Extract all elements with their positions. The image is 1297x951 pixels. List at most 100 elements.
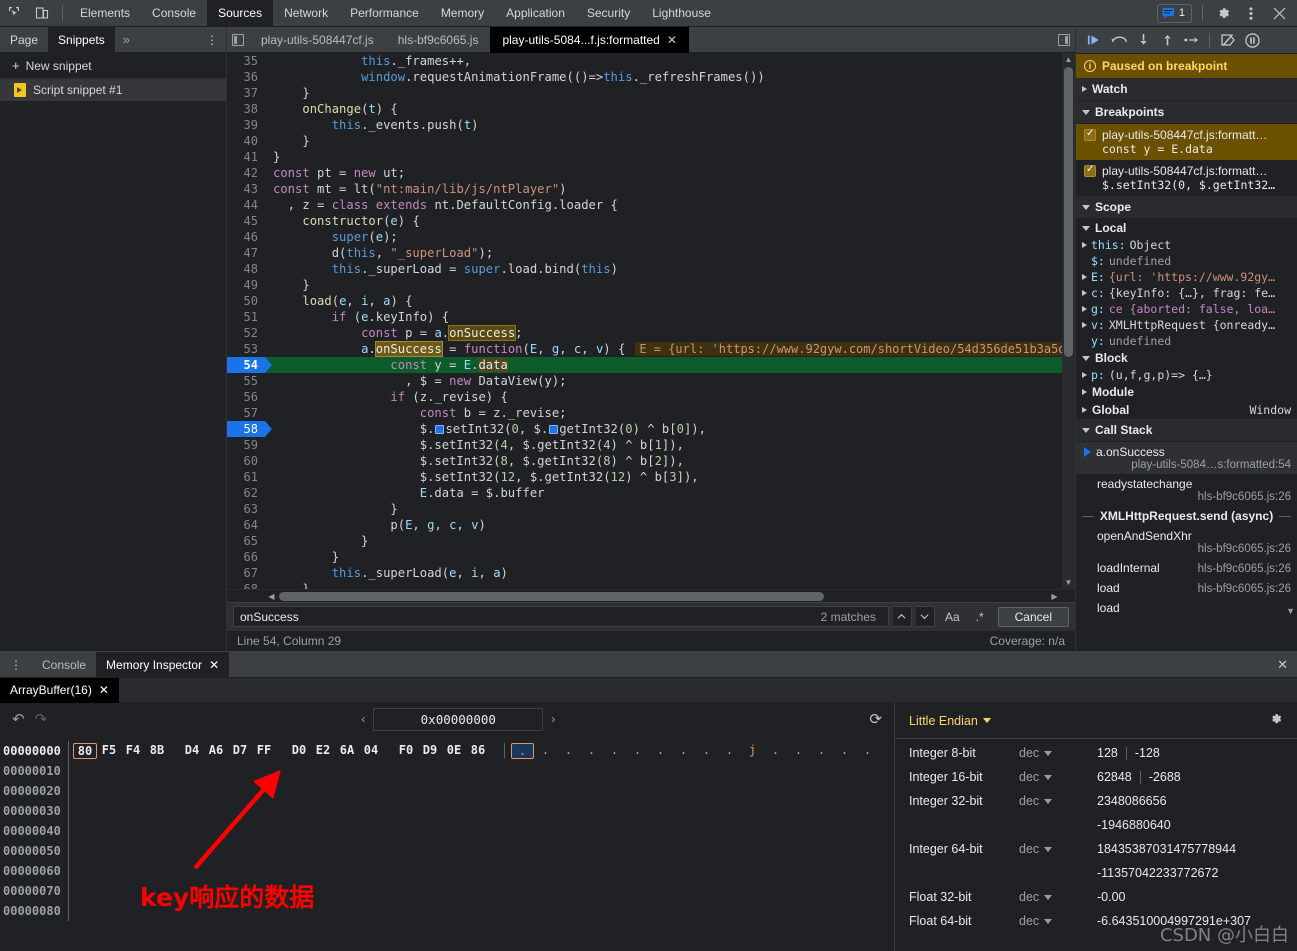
tab-application[interactable]: Application — [495, 0, 576, 27]
hex-row[interactable]: 00000040 — [0, 821, 894, 841]
code-line[interactable]: 42 const pt = new ut; — [227, 165, 1075, 181]
gear-icon[interactable] — [1209, 0, 1237, 26]
hex-byte[interactable]: 86 — [466, 743, 490, 759]
ascii-char[interactable]: . — [695, 743, 718, 759]
call-stack-frame[interactable]: a.onSuccess play-utils-5084…s:formatted:5… — [1076, 442, 1297, 474]
code-line[interactable]: 65 } — [227, 533, 1075, 549]
line-text[interactable]: $. setInt32(0, $. getInt32(0) ^ b[0]), — [265, 421, 1075, 437]
scope-variable[interactable]: this: Object — [1076, 237, 1297, 253]
line-number[interactable]: 47 — [227, 245, 265, 261]
hex-row[interactable]: 00000070 — [0, 881, 894, 901]
line-number[interactable]: 63 — [227, 501, 265, 517]
code-line[interactable]: 46 super(e); — [227, 229, 1075, 245]
step-out-of-current-function-icon[interactable] — [1156, 28, 1178, 52]
ascii-char[interactable]: . — [764, 743, 787, 759]
line-number[interactable]: 57 — [227, 405, 265, 421]
call-stack-scroll-down-icon[interactable]: ▼ — [1286, 606, 1295, 616]
address-input[interactable]: 0x00000000 — [373, 707, 544, 731]
code-line[interactable]: 59 $.setInt32(4, $.getInt32(4) ^ b[1]), — [227, 437, 1075, 453]
hex-row[interactable]: 00000060 — [0, 861, 894, 881]
line-text[interactable]: } — [265, 149, 1075, 165]
ascii-char[interactable]: . — [511, 743, 534, 759]
close-icon[interactable]: ✕ — [209, 658, 219, 672]
more-vertical-icon[interactable] — [1237, 0, 1265, 26]
show-debugger-icon[interactable] — [1053, 27, 1075, 53]
code-line[interactable]: 51 if (e.keyInfo) { — [227, 309, 1075, 325]
line-text[interactable]: this._events.push(t) — [265, 117, 1075, 133]
line-text[interactable]: const y = E.data — [265, 357, 1075, 373]
message-badge[interactable]: 1 — [1156, 3, 1192, 23]
tab-performance[interactable]: Performance — [339, 0, 430, 27]
nav-tab-page[interactable]: Page — [0, 27, 48, 53]
line-number[interactable]: 42 — [227, 165, 265, 181]
list-item[interactable]: Script snippet #1 — [0, 79, 226, 101]
hex-byte[interactable]: D4 — [180, 743, 204, 759]
hex-byte[interactable]: 80 — [73, 743, 97, 759]
line-text[interactable]: const pt = new ut; — [265, 165, 1075, 181]
line-text[interactable]: p(E, g, c, v) — [265, 517, 1075, 533]
line-number[interactable]: 59 — [227, 437, 265, 453]
hex-byte[interactable]: 0E — [442, 743, 466, 759]
scope-group-block[interactable]: Block — [1076, 349, 1297, 367]
line-number[interactable]: 46 — [227, 229, 265, 245]
nav-tab-snippets[interactable]: Snippets — [48, 26, 115, 53]
line-text[interactable]: $.setInt32(12, $.getInt32(12) ^ b[3]), — [265, 469, 1075, 485]
hex-byte[interactable]: 6A — [335, 743, 359, 759]
line-text[interactable]: onChange(t) { — [265, 101, 1075, 117]
editor-horizontal-scrollbar[interactable]: ◀ ▶ — [227, 589, 1075, 602]
code-line[interactable]: 41} — [227, 149, 1075, 165]
line-text[interactable]: } — [265, 85, 1075, 101]
code-line[interactable]: 60 $.setInt32(8, $.getInt32(8) ^ b[2]), — [227, 453, 1075, 469]
ascii-char[interactable]: . — [787, 743, 810, 759]
line-text[interactable]: d(this, "_superLoad"); — [265, 245, 1075, 261]
code-line[interactable]: 43 const mt = lt("nt:main/lib/js/ntPlayer… — [227, 181, 1075, 197]
editor-tab-hls[interactable]: hls-bf9c6065.js — [386, 27, 491, 53]
breakpoint-checkbox[interactable] — [1084, 164, 1096, 177]
line-number[interactable]: 67 — [227, 565, 265, 581]
line-number[interactable]: 51 — [227, 309, 265, 325]
line-number[interactable]: 64 — [227, 517, 265, 533]
section-call-stack[interactable]: Call Stack — [1076, 419, 1297, 442]
hex-row[interactable]: 00000080 — [0, 901, 894, 921]
ascii-char[interactable]: . — [626, 743, 649, 759]
ascii-char[interactable]: j — [741, 743, 764, 759]
code-line[interactable]: 53 a.onSuccess = function(E, g, c, v) {E… — [227, 341, 1075, 357]
scope-variable[interactable]: c: {keyInfo: {…}, frag: fe… — [1076, 285, 1297, 301]
scope-variable[interactable]: p: (u,f,g,p)=> {…} — [1076, 367, 1297, 383]
line-text[interactable]: } — [265, 277, 1075, 293]
tab-security[interactable]: Security — [576, 0, 641, 27]
line-number[interactable]: 44 — [227, 197, 265, 213]
code-editor[interactable]: 35 this._frames++, 36 window.requestAnima… — [227, 53, 1075, 602]
line-text[interactable]: if (z._revise) { — [265, 389, 1075, 405]
code-line[interactable]: 66 } — [227, 549, 1075, 565]
line-text[interactable]: const b = z._revise; — [265, 405, 1075, 421]
search-input[interactable] — [240, 609, 821, 624]
hex-row[interactable]: 00000000 80 F5 F4 8B D4 A6 D7 FF D0 E2 6A 04 F0 D9 0E 86… — [0, 741, 894, 761]
refresh-icon[interactable]: ⟳ — [869, 710, 882, 728]
code-line[interactable]: 47 d(this, "_superLoad"); — [227, 245, 1075, 261]
line-number[interactable]: 54 — [227, 357, 272, 373]
endianness-selector[interactable]: Little Endian — [909, 714, 991, 728]
section-watch[interactable]: Watch — [1076, 78, 1297, 101]
show-navigator-icon[interactable] — [227, 27, 249, 53]
value-format-selector[interactable]: dec — [1019, 890, 1097, 904]
line-number[interactable]: 68 — [227, 581, 265, 589]
hex-byte[interactable]: A6 — [204, 743, 228, 759]
scope-group-module[interactable]: Module — [1076, 383, 1297, 401]
line-text[interactable]: this._superLoad = super.load.bind(this) — [265, 261, 1075, 277]
hex-byte[interactable]: F5 — [97, 743, 121, 759]
hex-byte[interactable]: FF — [252, 743, 276, 759]
breakpoint-item[interactable]: play-utils-508447cf.js:formatt…$.setInt3… — [1076, 160, 1297, 196]
call-stack-frame[interactable]: openAndSendXhr hls-bf9c6065.js:26 — [1076, 526, 1297, 558]
redo-icon[interactable]: ↷ — [35, 710, 48, 728]
ascii-char[interactable]: . — [649, 743, 672, 759]
value-format-selector[interactable]: dec — [1019, 770, 1097, 784]
code-line[interactable]: 36 window.requestAnimationFrame(()=>this… — [227, 69, 1075, 85]
line-number[interactable]: 48 — [227, 261, 265, 277]
tab-memory[interactable]: Memory — [430, 0, 495, 27]
value-format-selector[interactable]: dec — [1019, 746, 1097, 760]
section-scope[interactable]: Scope — [1076, 196, 1297, 219]
section-breakpoints[interactable]: Breakpoints — [1076, 101, 1297, 124]
code-scroll-area[interactable]: 35 this._frames++, 36 window.requestAnima… — [227, 53, 1075, 589]
line-number[interactable]: 35 — [227, 53, 265, 69]
